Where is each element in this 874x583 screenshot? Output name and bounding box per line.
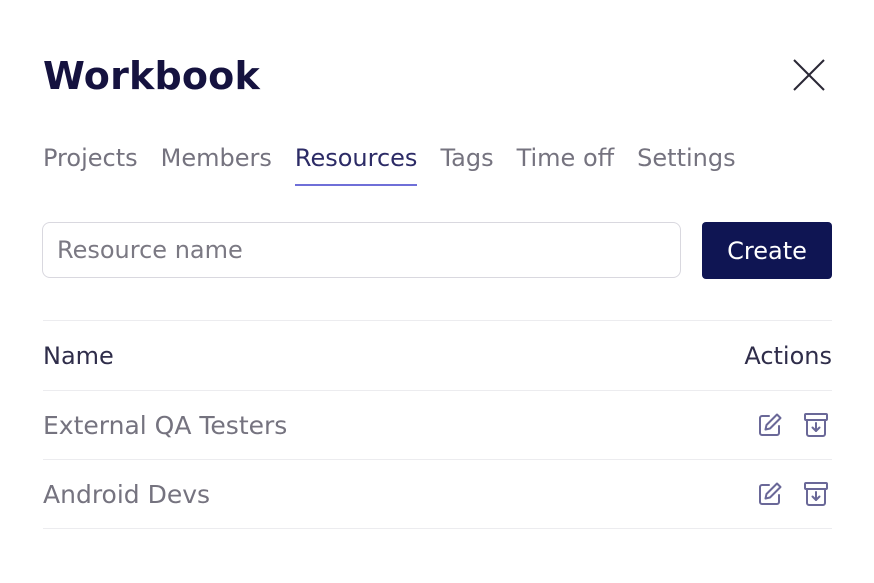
- column-header-actions: Actions: [744, 341, 832, 370]
- archive-icon[interactable]: [803, 412, 829, 438]
- tab-projects[interactable]: Projects: [43, 139, 138, 183]
- close-icon: [793, 59, 825, 91]
- resources-table: Name Actions External QA Testers Android…: [43, 320, 832, 529]
- row-actions: [757, 481, 829, 507]
- resource-name: External QA Testers: [43, 410, 288, 440]
- close-button[interactable]: [788, 54, 830, 96]
- column-header-name: Name: [43, 341, 114, 370]
- tab-bar: Projects Members Resources Tags Time off…: [43, 139, 759, 186]
- archive-icon[interactable]: [803, 481, 829, 507]
- tab-members[interactable]: Members: [161, 139, 272, 183]
- divider: [43, 528, 832, 529]
- edit-icon[interactable]: [757, 481, 783, 507]
- tab-resources[interactable]: Resources: [294, 139, 417, 186]
- table-row: External QA Testers: [43, 391, 832, 459]
- tab-tags[interactable]: Tags: [440, 139, 493, 183]
- resource-name: Android Devs: [43, 479, 211, 509]
- modal-title: Workbook: [43, 54, 260, 98]
- row-actions: [757, 412, 829, 438]
- resource-name-input[interactable]: [42, 222, 681, 278]
- resources-modal: Workbook Projects Members Resources Tags…: [0, 0, 874, 583]
- edit-icon[interactable]: [757, 412, 783, 438]
- tab-settings[interactable]: Settings: [637, 139, 735, 183]
- table-header: Name Actions: [43, 321, 832, 390]
- tab-time-off[interactable]: Time off: [517, 139, 615, 183]
- create-button[interactable]: Create: [702, 222, 832, 279]
- table-row: Android Devs: [43, 460, 832, 528]
